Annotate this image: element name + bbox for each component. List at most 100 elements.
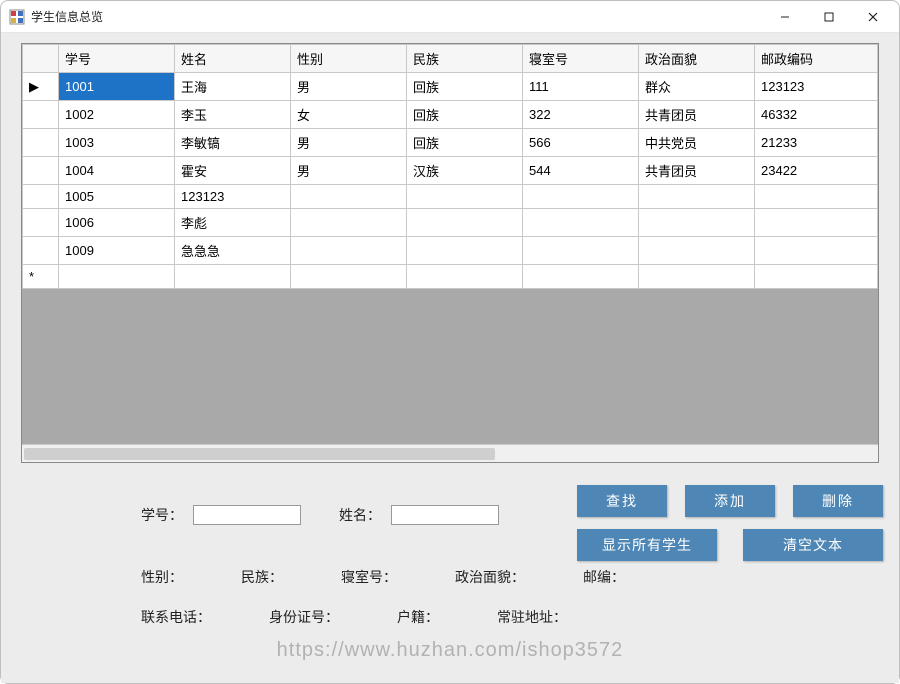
grid-cell[interactable]	[291, 265, 407, 289]
table-row[interactable]: 1009急急急	[23, 237, 878, 265]
dorm-label: 寝室号：	[341, 567, 397, 587]
grid-cell[interactable]: 霍安	[175, 157, 291, 185]
row-header[interactable]: ▶	[23, 73, 59, 101]
grid-cell[interactable]: 46332	[755, 101, 878, 129]
grid-cell[interactable]: 男	[291, 129, 407, 157]
grid-cell[interactable]	[407, 265, 523, 289]
delete-button[interactable]: 删除	[793, 485, 883, 517]
sno-input[interactable]	[193, 505, 301, 525]
grid-cell[interactable]	[59, 265, 175, 289]
clear-text-button[interactable]: 清空文本	[743, 529, 883, 561]
row-header[interactable]	[23, 129, 59, 157]
grid-cell[interactable]: 女	[291, 101, 407, 129]
address-label: 常驻地址：	[497, 607, 567, 627]
grid-cell[interactable]: 1004	[59, 157, 175, 185]
table-row[interactable]: 1005123123	[23, 185, 878, 209]
grid-cell[interactable]: 李玉	[175, 101, 291, 129]
grid-cell[interactable]: 回族	[407, 73, 523, 101]
col-header[interactable]: 学号	[59, 45, 175, 73]
grid-cell[interactable]: 汉族	[407, 157, 523, 185]
grid-cell[interactable]	[291, 237, 407, 265]
grid-cell[interactable]: 中共党员	[639, 129, 755, 157]
row-header[interactable]	[23, 237, 59, 265]
show-all-button[interactable]: 显示所有学生	[577, 529, 717, 561]
grid-cell[interactable]: 急急急	[175, 237, 291, 265]
name-input[interactable]	[391, 505, 499, 525]
grid-cell[interactable]: 21233	[755, 129, 878, 157]
grid-cell[interactable]	[523, 185, 639, 209]
table-row[interactable]: 1004霍安男汉族544共青团员23422	[23, 157, 878, 185]
grid-cell[interactable]	[291, 185, 407, 209]
title-bar[interactable]: 学生信息总览	[1, 1, 899, 33]
scrollbar-thumb[interactable]	[24, 448, 495, 460]
col-header[interactable]: 邮政编码	[755, 45, 878, 73]
grid-cell[interactable]: 王海	[175, 73, 291, 101]
grid-cell[interactable]: 1003	[59, 129, 175, 157]
grid-header-row[interactable]: 学号 姓名 性别 民族 寝室号 政治面貌 邮政编码	[23, 45, 878, 73]
maximize-button[interactable]	[807, 2, 851, 32]
grid-cell[interactable]: 共青团员	[639, 101, 755, 129]
grid-cell[interactable]	[291, 209, 407, 237]
grid-cell[interactable]: 群众	[639, 73, 755, 101]
row-header[interactable]	[23, 157, 59, 185]
grid-cell[interactable]: 1002	[59, 101, 175, 129]
phone-label: 联系电话：	[141, 607, 211, 627]
table-row[interactable]: 1002李玉女回族322共青团员46332	[23, 101, 878, 129]
grid-cell[interactable]	[523, 237, 639, 265]
table-row[interactable]: 1003李敏镐男回族566中共党员21233	[23, 129, 878, 157]
data-grid[interactable]: 学号 姓名 性别 民族 寝室号 政治面貌 邮政编码 ▶1001王海男回族111群…	[21, 43, 879, 463]
row-header[interactable]: *	[23, 265, 59, 289]
grid-cell[interactable]	[755, 185, 878, 209]
grid-cell[interactable]: 男	[291, 157, 407, 185]
grid-cell[interactable]	[407, 237, 523, 265]
grid-cell[interactable]: 111	[523, 73, 639, 101]
grid-cell[interactable]	[639, 265, 755, 289]
grid-cell[interactable]: 1001	[59, 73, 175, 101]
grid-cell[interactable]: 123123	[755, 73, 878, 101]
grid-cell[interactable]	[175, 265, 291, 289]
col-header[interactable]: 寝室号	[523, 45, 639, 73]
sno-label: 学号：	[141, 505, 183, 525]
app-icon	[9, 9, 25, 25]
grid-cell[interactable]: 1005	[59, 185, 175, 209]
grid-cell[interactable]	[755, 209, 878, 237]
grid-cell[interactable]	[639, 237, 755, 265]
minimize-button[interactable]	[763, 2, 807, 32]
grid-cell[interactable]: 共青团员	[639, 157, 755, 185]
table-row[interactable]: *	[23, 265, 878, 289]
grid-cell[interactable]: 李敏镐	[175, 129, 291, 157]
grid-cell[interactable]: 回族	[407, 129, 523, 157]
col-header[interactable]: 民族	[407, 45, 523, 73]
grid-cell[interactable]: 回族	[407, 101, 523, 129]
col-header[interactable]: 政治面貌	[639, 45, 755, 73]
grid-cell[interactable]: 1009	[59, 237, 175, 265]
grid-cell[interactable]	[639, 185, 755, 209]
grid-cell[interactable]: 李彪	[175, 209, 291, 237]
row-header-corner[interactable]	[23, 45, 59, 73]
horizontal-scrollbar[interactable]	[22, 444, 878, 462]
grid-cell[interactable]: 1006	[59, 209, 175, 237]
table-row[interactable]: 1006李彪	[23, 209, 878, 237]
grid-cell[interactable]	[755, 237, 878, 265]
grid-cell[interactable]: 566	[523, 129, 639, 157]
close-button[interactable]	[851, 2, 895, 32]
grid-cell[interactable]: 544	[523, 157, 639, 185]
grid-cell[interactable]: 23422	[755, 157, 878, 185]
grid-cell[interactable]	[755, 265, 878, 289]
table-row[interactable]: ▶1001王海男回族111群众123123	[23, 73, 878, 101]
row-header[interactable]	[23, 185, 59, 209]
add-button[interactable]: 添加	[685, 485, 775, 517]
col-header[interactable]: 性别	[291, 45, 407, 73]
grid-cell[interactable]: 123123	[175, 185, 291, 209]
grid-cell[interactable]	[407, 209, 523, 237]
col-header[interactable]: 姓名	[175, 45, 291, 73]
grid-cell[interactable]: 男	[291, 73, 407, 101]
grid-cell[interactable]	[639, 209, 755, 237]
row-header[interactable]	[23, 101, 59, 129]
grid-cell[interactable]: 322	[523, 101, 639, 129]
row-header[interactable]	[23, 209, 59, 237]
search-button[interactable]: 查找	[577, 485, 667, 517]
grid-cell[interactable]	[407, 185, 523, 209]
grid-cell[interactable]	[523, 265, 639, 289]
grid-cell[interactable]	[523, 209, 639, 237]
